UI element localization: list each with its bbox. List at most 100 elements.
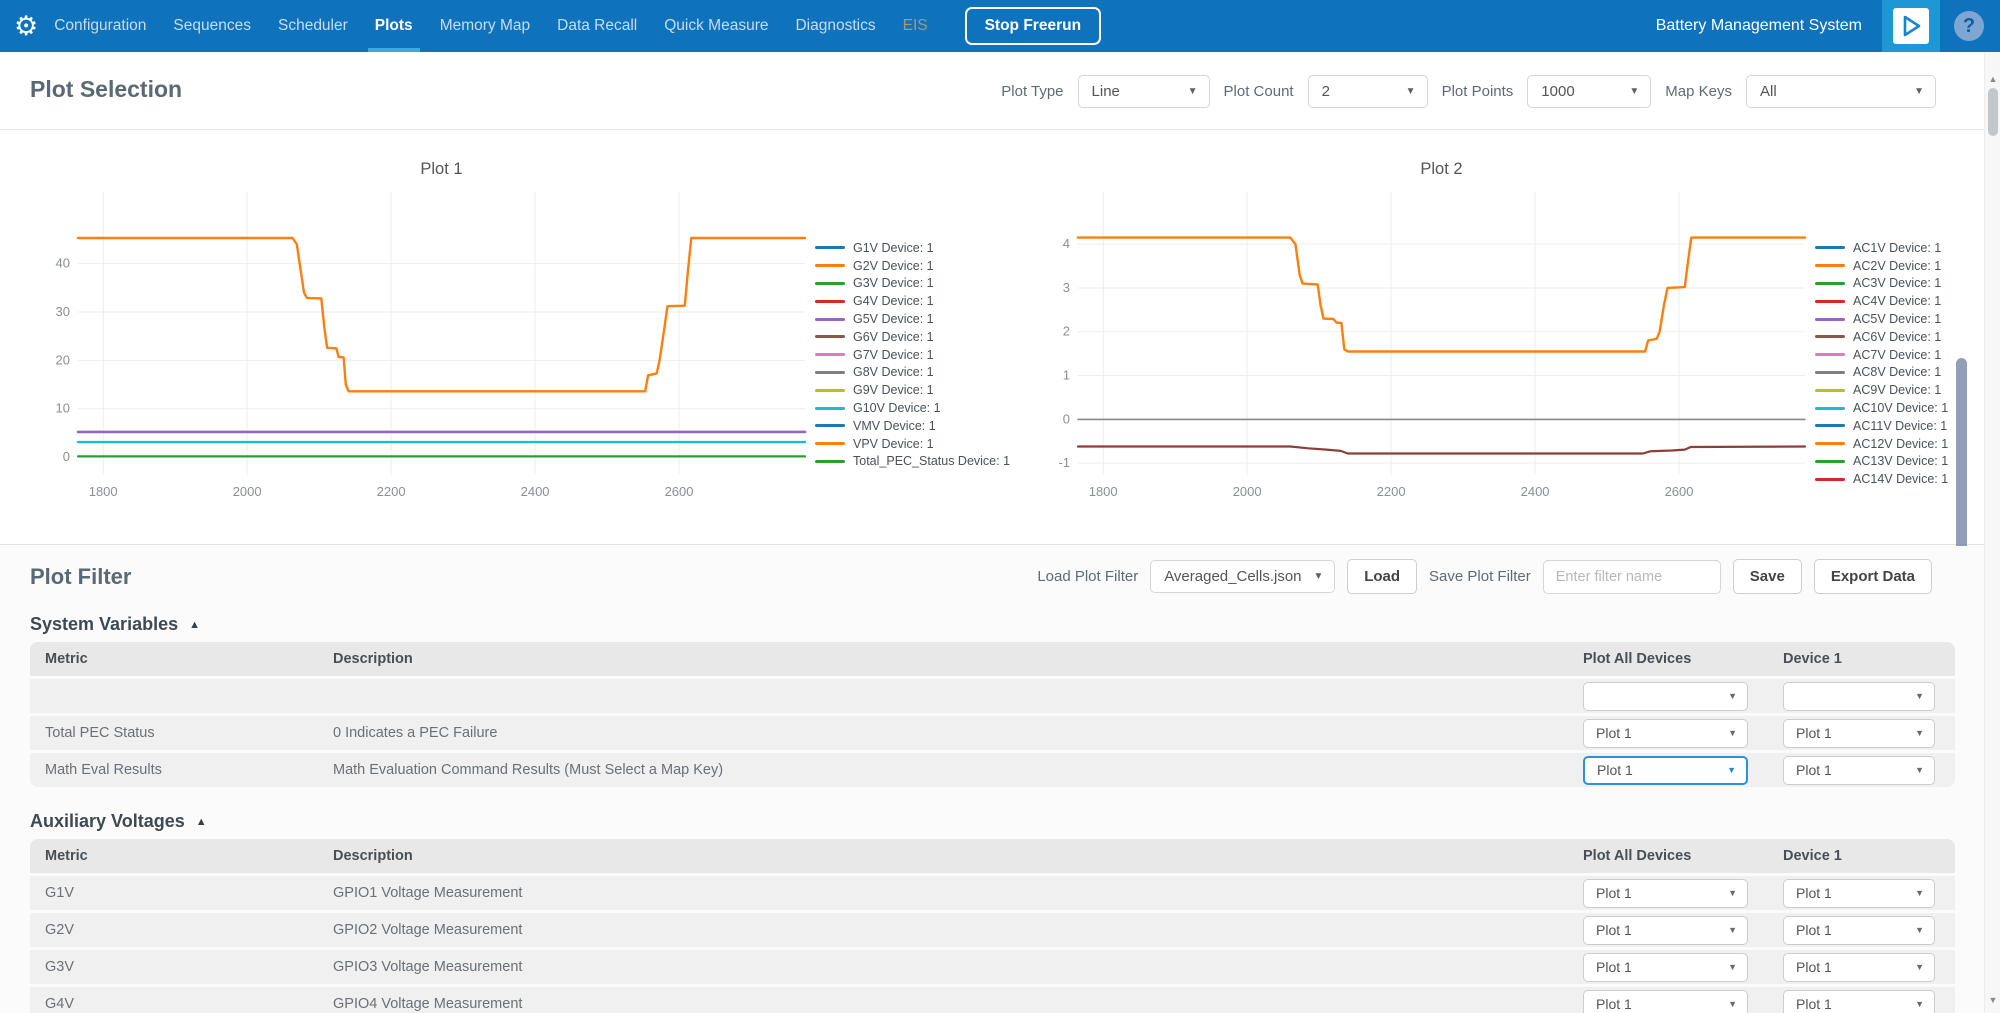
- table-row: G3VGPIO3 Voltage MeasurementPlot 1▼Plot …: [30, 950, 1955, 984]
- device1-dropdown[interactable]: Plot 1▼: [1783, 879, 1935, 908]
- nav-item-plots[interactable]: Plots: [375, 0, 413, 52]
- dropdown-value: Plot 1: [1796, 725, 1832, 741]
- nav-item-configuration[interactable]: Configuration: [54, 0, 146, 52]
- device1-cell: Plot 1▼: [1783, 916, 1955, 945]
- plot-all-devices-dropdown[interactable]: Plot 1▼: [1583, 953, 1748, 982]
- dropdown-map-keys[interactable]: All▼: [1746, 75, 1936, 108]
- plot-all-devices-cell: Plot 1▼: [1583, 879, 1783, 908]
- metric-cell: Total PEC Status: [45, 725, 333, 741]
- nav-item-quick-measure[interactable]: Quick Measure: [664, 0, 768, 52]
- legend-item[interactable]: VMV Device: 1: [815, 417, 1010, 435]
- plot-all-devices-dropdown[interactable]: Plot 1▼: [1583, 916, 1748, 945]
- legend-item[interactable]: AC6V Device: 1: [1815, 328, 1948, 346]
- settings-gear-icon[interactable]: ⚙: [14, 0, 38, 52]
- legend-item[interactable]: Total_PEC_Status Device: 1: [815, 453, 1010, 471]
- plot1-chart-canvas[interactable]: 18002000220024002600010203040: [30, 180, 820, 515]
- legend-item[interactable]: AC2V Device: 1: [1815, 257, 1948, 275]
- device1-dropdown[interactable]: Plot 1▼: [1783, 916, 1935, 945]
- scrollbar-down-arrow-icon[interactable]: ▼: [1985, 995, 2000, 1005]
- filter-name-input[interactable]: [1543, 560, 1721, 594]
- legend-item[interactable]: AC9V Device: 1: [1815, 381, 1948, 399]
- column-header-device-1: Device 1: [1783, 651, 1955, 667]
- legend-item[interactable]: AC8V Device: 1: [1815, 364, 1948, 382]
- collapse-up-icon[interactable]: ▲: [189, 619, 200, 631]
- device1-cell: Plot 1▼: [1783, 756, 1955, 785]
- chevron-down-icon: ▼: [1728, 925, 1737, 935]
- dropdown-plot-type[interactable]: Line▼: [1078, 75, 1210, 108]
- legend-item[interactable]: G8V Device: 1: [815, 364, 1010, 382]
- chevron-down-icon: ▼: [1915, 925, 1924, 935]
- legend-item[interactable]: AC14V Device: 1: [1815, 470, 1948, 488]
- nav-item-scheduler[interactable]: Scheduler: [278, 0, 348, 52]
- top-navbar: ⚙ Configuration Sequences Scheduler Plots Me…: [0, 0, 2000, 52]
- load-button[interactable]: Load: [1347, 559, 1417, 594]
- legend-item[interactable]: AC10V Device: 1: [1815, 399, 1948, 417]
- dropdown-value: Plot 1: [1796, 996, 1832, 1012]
- app-window: ⚙ Configuration Sequences Scheduler Plots Me…: [0, 0, 2000, 1013]
- legend-swatch: [815, 389, 845, 392]
- help-icon[interactable]: ?: [1954, 11, 1984, 41]
- save-button[interactable]: Save: [1733, 559, 1802, 594]
- page-scrollbar[interactable]: ▲ ▼: [1984, 52, 2000, 1013]
- axis-tick-label: 0: [1063, 411, 1070, 426]
- description-cell: GPIO3 Voltage Measurement: [333, 959, 1583, 975]
- nav-item-sequences[interactable]: Sequences: [173, 0, 251, 52]
- dropdown-plot-points[interactable]: 1000▼: [1527, 75, 1651, 108]
- legend-item[interactable]: AC12V Device: 1: [1815, 435, 1948, 453]
- device1-cell: Plot 1▼: [1783, 719, 1955, 748]
- legend-item[interactable]: G9V Device: 1: [815, 381, 1010, 399]
- device1-cell: Plot 1▼: [1783, 990, 1955, 1013]
- legend-item[interactable]: AC11V Device: 1: [1815, 417, 1948, 435]
- legend-item[interactable]: AC13V Device: 1: [1815, 453, 1948, 471]
- plot-all-devices-dropdown[interactable]: ▼: [1583, 682, 1748, 711]
- legend-item[interactable]: G3V Device: 1: [815, 275, 1010, 293]
- legend-swatch: [815, 335, 845, 338]
- legend-item[interactable]: G6V Device: 1: [815, 328, 1010, 346]
- plot-all-devices-dropdown[interactable]: Plot 1▼: [1583, 756, 1748, 785]
- nav-item-eis[interactable]: EIS: [903, 0, 928, 52]
- plot-all-devices-dropdown[interactable]: Plot 1▼: [1583, 719, 1748, 748]
- legend-item[interactable]: AC3V Device: 1: [1815, 275, 1948, 293]
- chevron-down-icon: ▼: [1728, 999, 1737, 1009]
- device1-dropdown[interactable]: Plot 1▼: [1783, 756, 1935, 785]
- app-brand-title: Battery Management System: [1656, 17, 1862, 35]
- plot-all-devices-dropdown[interactable]: Plot 1▼: [1583, 879, 1748, 908]
- legend-item[interactable]: AC5V Device: 1: [1815, 310, 1948, 328]
- chevron-down-icon: ▼: [1728, 728, 1737, 738]
- legend-item[interactable]: VPV Device: 1: [815, 435, 1010, 453]
- plot-all-devices-dropdown[interactable]: Plot 1▼: [1583, 990, 1748, 1013]
- legend-swatch: [1815, 371, 1845, 374]
- legend-label: AC2V Device: 1: [1853, 259, 1941, 273]
- device1-dropdown[interactable]: Plot 1▼: [1783, 953, 1935, 982]
- legend-item[interactable]: AC1V Device: 1: [1815, 239, 1948, 257]
- scrollbar-thumb[interactable]: [1988, 88, 1998, 136]
- plot-selection-controls: Plot TypeLine▼Plot Count2▼Plot Points100…: [1001, 75, 1936, 108]
- run-play-button[interactable]: [1882, 0, 1940, 52]
- device1-dropdown[interactable]: Plot 1▼: [1783, 990, 1935, 1013]
- legend-item[interactable]: AC7V Device: 1: [1815, 346, 1948, 364]
- load-filter-dropdown[interactable]: Averaged_Cells.json ▼: [1150, 560, 1335, 593]
- plot2-chart-canvas[interactable]: 18002000220024002600-101234: [1030, 180, 1820, 515]
- nav-item-memory-map[interactable]: Memory Map: [440, 0, 530, 52]
- device1-dropdown[interactable]: Plot 1▼: [1783, 719, 1935, 748]
- dropdown-plot-count[interactable]: 2▼: [1308, 75, 1428, 108]
- legend-item[interactable]: G2V Device: 1: [815, 257, 1010, 275]
- chevron-down-icon: ▼: [1406, 86, 1416, 97]
- legend-item[interactable]: G10V Device: 1: [815, 399, 1010, 417]
- legend-item[interactable]: G7V Device: 1: [815, 346, 1010, 364]
- collapse-up-icon[interactable]: ▲: [196, 816, 207, 828]
- nav-item-diagnostics[interactable]: Diagnostics: [795, 0, 875, 52]
- export-data-button[interactable]: Export Data: [1814, 559, 1932, 594]
- axis-tick-label: 4: [1063, 236, 1070, 251]
- device1-dropdown[interactable]: ▼: [1783, 682, 1935, 711]
- nav-item-data-recall[interactable]: Data Recall: [557, 0, 637, 52]
- table-row: G1VGPIO1 Voltage MeasurementPlot 1▼Plot …: [30, 876, 1955, 910]
- legend-item[interactable]: G1V Device: 1: [815, 239, 1010, 257]
- legend-item[interactable]: G5V Device: 1: [815, 310, 1010, 328]
- charts-inner-scrollbar-thumb[interactable]: [1956, 358, 1967, 564]
- scrollbar-up-arrow-icon[interactable]: ▲: [1985, 74, 2000, 84]
- stop-freerun-button[interactable]: Stop Freerun: [965, 7, 1101, 45]
- legend-item[interactable]: G4V Device: 1: [815, 292, 1010, 310]
- legend-item[interactable]: AC4V Device: 1: [1815, 292, 1948, 310]
- metric-cell: Math Eval Results: [45, 762, 333, 778]
